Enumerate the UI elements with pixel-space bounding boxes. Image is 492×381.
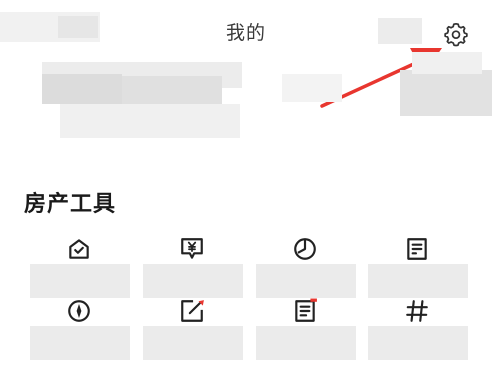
tool-label: [143, 264, 243, 298]
yen-message-icon: [181, 238, 203, 259]
tool-label: [143, 326, 243, 360]
tool-item-house-check[interactable]: [30, 236, 130, 298]
tool-item-document-list[interactable]: [368, 236, 468, 298]
tool-item-list-doc[interactable]: [256, 298, 356, 360]
blurred-profile-right: [400, 70, 492, 116]
document-list-icon: [407, 238, 427, 260]
compass-icon: [68, 300, 90, 322]
tool-label: [256, 264, 356, 298]
tool-item-pie-chart[interactable]: [256, 236, 356, 298]
tool-item-edit-note[interactable]: [143, 298, 243, 360]
blurred-profile-4: [60, 104, 240, 138]
blurred-profile-2: [42, 74, 122, 104]
tool-item-hash[interactable]: [368, 298, 468, 360]
tool-label: [30, 264, 130, 298]
tool-label: [30, 326, 130, 360]
blurred-profile-3: [122, 76, 222, 104]
section-title-property-tools: 房产工具: [24, 192, 117, 217]
tool-item-yen-message[interactable]: [143, 236, 243, 298]
tool-label: [368, 326, 468, 360]
blurred-profile-5: [282, 74, 342, 102]
pie-chart-icon: [294, 238, 316, 260]
list-doc-icon: [295, 298, 317, 322]
hash-icon: [406, 300, 428, 322]
house-check-icon: [69, 239, 89, 259]
edit-note-icon: [181, 300, 204, 322]
blurred-profile-right-2: [412, 52, 482, 74]
tool-item-compass[interactable]: [30, 298, 130, 360]
tool-label: [256, 326, 356, 360]
tool-label: [368, 264, 468, 298]
